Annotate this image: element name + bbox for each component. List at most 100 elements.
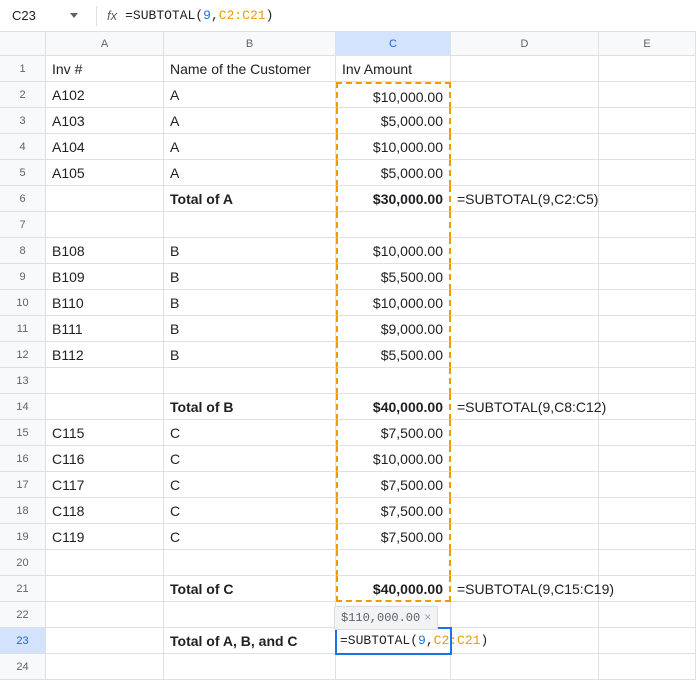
cell[interactable]: $40,000.00 [336,576,451,602]
cell[interactable] [46,602,164,628]
formula-input[interactable]: =SUBTOTAL(9,C2:C21) [125,8,273,23]
row-header[interactable]: 10 [0,290,46,316]
cell[interactable]: B [164,290,336,316]
cell[interactable] [451,420,599,446]
cell[interactable]: A [164,82,336,108]
cell[interactable] [599,420,696,446]
cell[interactable] [451,134,599,160]
row-header[interactable]: 16 [0,446,46,472]
select-all-corner[interactable] [0,32,46,56]
cell[interactable] [451,56,599,82]
cell[interactable] [46,212,164,238]
cell[interactable]: B [164,316,336,342]
row-header[interactable]: 2 [0,82,46,108]
cell[interactable]: C119 [46,524,164,550]
cell[interactable] [599,316,696,342]
cell[interactable]: C [164,498,336,524]
cell[interactable]: $5,000.00 [336,108,451,134]
cell[interactable] [599,394,696,420]
cell[interactable]: $7,500.00 [336,472,451,498]
cell[interactable] [451,472,599,498]
cell[interactable]: $10,000.00 [336,290,451,316]
cell[interactable] [336,368,451,394]
cell[interactable] [46,394,164,420]
cell[interactable] [599,160,696,186]
row-header[interactable]: 13 [0,368,46,394]
cell[interactable] [451,498,599,524]
cell[interactable] [336,550,451,576]
row-header[interactable]: 20 [0,550,46,576]
cell[interactable] [599,56,696,82]
row-header[interactable]: 11 [0,316,46,342]
name-box[interactable]: C23 [8,6,68,25]
cell[interactable] [164,368,336,394]
active-cell[interactable]: $110,000.00×=SUBTOTAL(9,C2:C21) [336,628,451,654]
cell[interactable]: B [164,342,336,368]
cell[interactable] [599,654,696,680]
cell[interactable]: =SUBTOTAL(9,C8:C12) [451,394,599,420]
cell[interactable]: C [164,524,336,550]
cell[interactable]: B112 [46,342,164,368]
cell[interactable] [599,186,696,212]
cell[interactable] [451,264,599,290]
cell[interactable]: =SUBTOTAL(9,C15:C19) [451,576,599,602]
column-header-a[interactable]: A [46,32,164,56]
cell[interactable] [164,654,336,680]
cell[interactable] [599,472,696,498]
cell[interactable] [451,212,599,238]
cell[interactable]: =SUBTOTAL(9,C2:C5) [451,186,599,212]
cell[interactable] [599,238,696,264]
cell[interactable]: Total of A, B, and C [164,628,336,654]
cell[interactable] [599,264,696,290]
cell[interactable]: $5,000.00 [336,160,451,186]
cell[interactable] [451,550,599,576]
cell[interactable]: C115 [46,420,164,446]
cell[interactable] [46,576,164,602]
cell[interactable]: C [164,420,336,446]
cell[interactable] [451,654,599,680]
cell[interactable] [46,186,164,212]
cell[interactable]: A104 [46,134,164,160]
cell[interactable] [599,290,696,316]
row-header[interactable]: 18 [0,498,46,524]
row-header[interactable]: 19 [0,524,46,550]
cell[interactable]: A102 [46,82,164,108]
cell[interactable]: C118 [46,498,164,524]
cell[interactable]: Total of A [164,186,336,212]
cell[interactable] [336,654,451,680]
cell[interactable]: A [164,108,336,134]
cell[interactable]: B109 [46,264,164,290]
cell[interactable]: $30,000.00 [336,186,451,212]
row-header[interactable]: 4 [0,134,46,160]
row-header[interactable]: 23 [0,628,46,654]
cell[interactable] [599,602,696,628]
cell[interactable]: $10,000.00 [336,446,451,472]
cell[interactable]: C117 [46,472,164,498]
cell[interactable] [451,108,599,134]
cell[interactable] [451,238,599,264]
close-icon[interactable]: × [424,611,431,625]
row-header[interactable]: 6 [0,186,46,212]
cell[interactable]: C [164,472,336,498]
cell[interactable]: A105 [46,160,164,186]
column-header-c[interactable]: C [336,32,451,56]
cell[interactable]: $10,000.00 [336,82,451,108]
row-header[interactable]: 24 [0,654,46,680]
column-header-e[interactable]: E [599,32,696,56]
cell[interactable] [599,134,696,160]
cell[interactable]: $5,500.00 [336,264,451,290]
cell[interactable] [164,602,336,628]
cell[interactable] [599,498,696,524]
cell[interactable]: B108 [46,238,164,264]
cell[interactable]: $10,000.00 [336,238,451,264]
column-header-b[interactable]: B [164,32,336,56]
cell[interactable] [451,82,599,108]
cell[interactable]: A [164,160,336,186]
cell[interactable]: Inv Amount [336,56,451,82]
cell[interactable] [451,524,599,550]
cell[interactable]: Total of C [164,576,336,602]
cell[interactable] [599,108,696,134]
cell[interactable]: Inv # [46,56,164,82]
cell[interactable] [451,342,599,368]
cell[interactable] [451,368,599,394]
